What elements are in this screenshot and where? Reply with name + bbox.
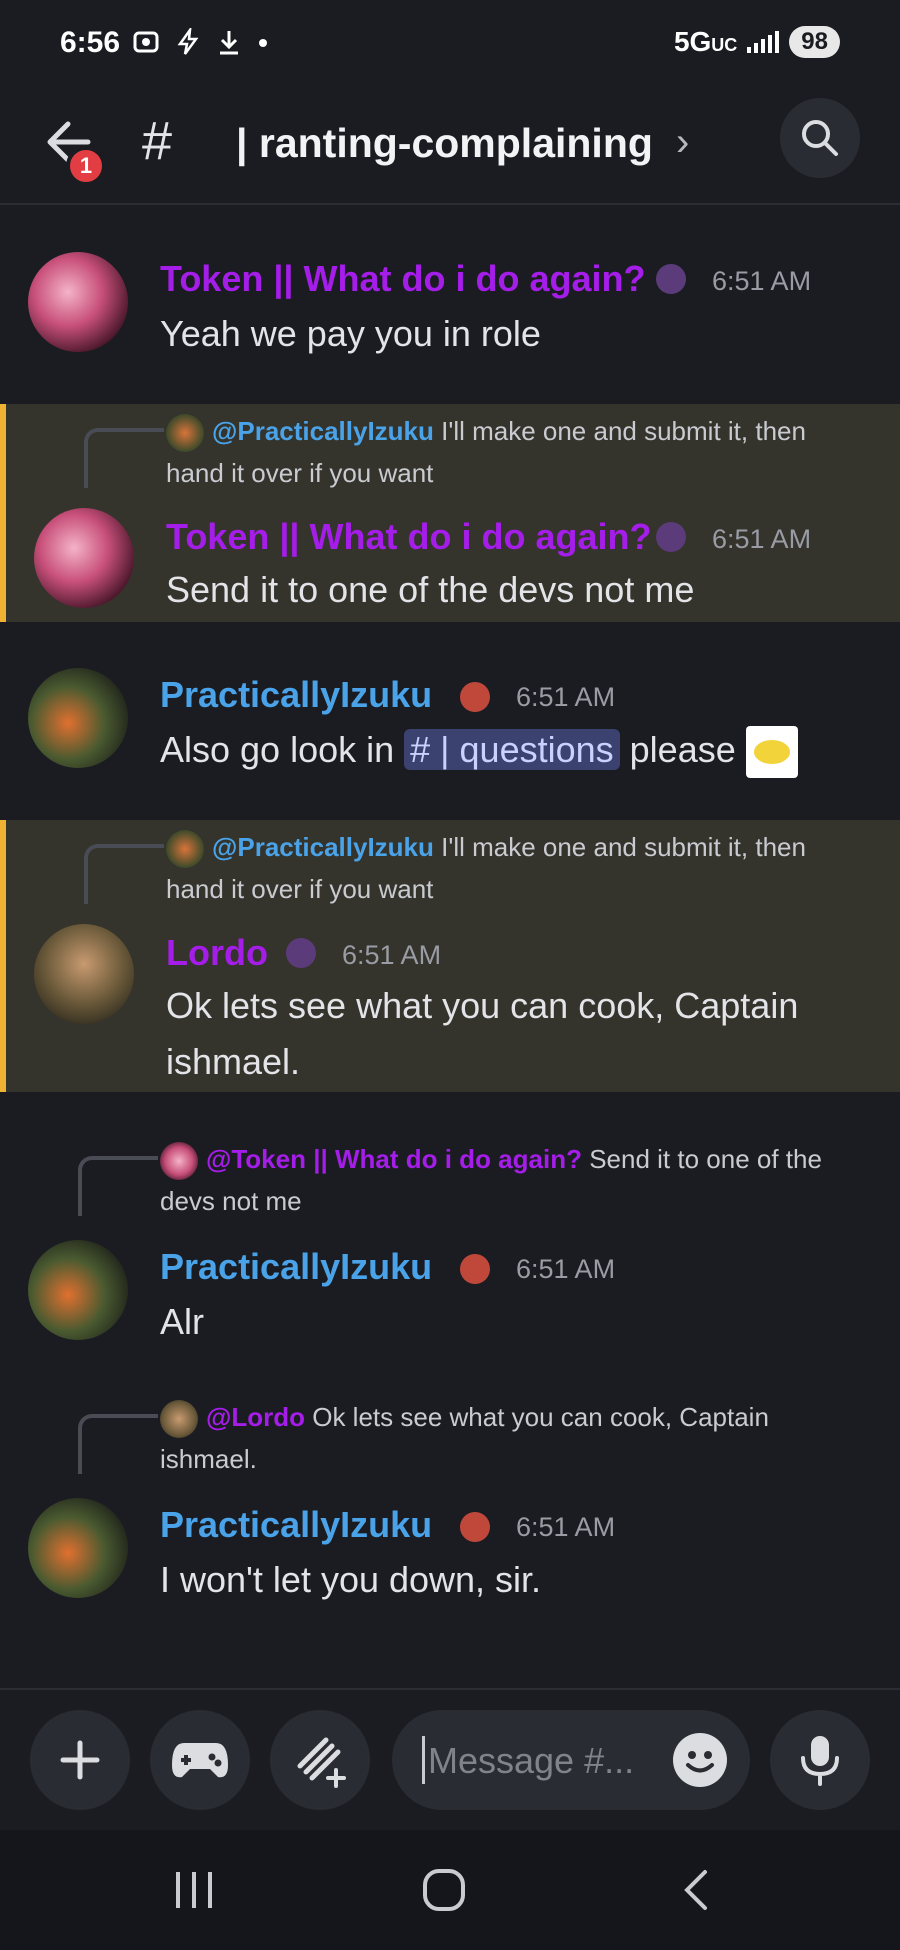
reply-author: @Token || What do i do again?	[206, 1144, 582, 1174]
recent-apps-button[interactable]	[154, 1860, 234, 1920]
apps-sparkle-icon	[297, 1737, 346, 1788]
message-timestamp: 6:51 AM	[516, 1254, 616, 1284]
battery-badge: 98	[789, 26, 840, 58]
message-timestamp: 6:51 AM	[516, 1512, 616, 1542]
message-mention-highlight[interactable]: @PracticallyIzuku I'll make one and subm…	[0, 404, 900, 622]
bolt-icon	[177, 28, 199, 55]
message[interactable]: PracticallyIzuku 6:51 AM Also go look in…	[0, 660, 900, 810]
reply-author: @PracticallyIzuku	[212, 416, 434, 446]
emoji-icon	[673, 1733, 727, 1787]
message[interactable]: Token || What do i do again? 6:51 AM Yea…	[0, 240, 900, 390]
reply-connector	[78, 1156, 158, 1216]
system-nav-bar	[0, 1830, 900, 1950]
status-icons	[132, 28, 270, 56]
avatar[interactable]	[28, 1240, 128, 1340]
status-bar: 6:56 5GUC 98	[0, 0, 900, 90]
message-author[interactable]: PracticallyIzuku	[160, 1504, 432, 1546]
voice-message-button[interactable]	[770, 1710, 870, 1810]
text-caret	[422, 1736, 425, 1784]
reply-preview[interactable]: @Lordo Ok lets see what you can cook, Ca…	[160, 1396, 860, 1480]
message-text: Also go look in # | questions please	[160, 722, 880, 779]
message-input[interactable]: Message #...	[392, 1710, 750, 1810]
role-icon	[460, 682, 490, 712]
message-author[interactable]: Token || What do i do again?	[166, 516, 651, 558]
home-icon	[423, 1869, 465, 1911]
download-icon	[220, 31, 238, 55]
status-time: 6:56	[60, 26, 121, 59]
message[interactable]: @Lordo Ok lets see what you can cook, Ca…	[0, 1384, 900, 1614]
channel-mention[interactable]: # | questions	[404, 729, 620, 770]
chevron-right-icon[interactable]: ›	[676, 120, 689, 165]
reply-avatar	[166, 830, 204, 869]
custom-emoji-icon	[745, 726, 798, 779]
reply-preview[interactable]: @Token || What do i do again? Send it to…	[160, 1138, 860, 1222]
message-text: Yeah we pay you in role	[160, 313, 541, 354]
message-author[interactable]: PracticallyIzuku	[160, 1246, 432, 1288]
role-icon	[460, 1254, 490, 1284]
message[interactable]: @Token || What do i do again? Send it to…	[0, 1126, 900, 1356]
reply-connector	[78, 1414, 158, 1474]
avatar[interactable]	[34, 508, 134, 608]
message-timestamp: 6:51 AM	[516, 682, 616, 712]
screenshot-icon	[133, 31, 159, 53]
message-author[interactable]: PracticallyIzuku	[160, 674, 432, 716]
message-placeholder: Message #...	[428, 1740, 635, 1781]
reply-preview[interactable]: @PracticallyIzuku I'll make one and subm…	[166, 826, 866, 910]
message-mention-highlight[interactable]: @PracticallyIzuku I'll make one and subm…	[0, 820, 900, 1092]
microphone-icon	[801, 1736, 839, 1786]
message-text: Send it to one of the devs not me	[166, 569, 695, 610]
message-timestamp: 6:51 AM	[342, 940, 442, 970]
message-author[interactable]: Token || What do i do again?	[160, 258, 645, 300]
avatar[interactable]	[34, 924, 134, 1024]
message-timestamp: 6:51 AM	[712, 266, 812, 296]
emoji-button[interactable]	[672, 1732, 728, 1788]
notification-badge: 1	[66, 146, 106, 186]
apps-button[interactable]	[270, 1710, 370, 1810]
reply-avatar	[166, 414, 204, 453]
role-icon	[286, 938, 316, 968]
avatar[interactable]	[28, 1498, 128, 1598]
message-composer: Message #...	[0, 1688, 900, 1828]
reply-author: @PracticallyIzuku	[212, 832, 434, 862]
reply-preview[interactable]: @PracticallyIzuku I'll make one and subm…	[166, 410, 866, 494]
reply-author: @Lordo	[206, 1402, 305, 1432]
role-icon	[656, 264, 686, 294]
message-text: Ok lets see what you can cook, Captain i…	[166, 985, 799, 1082]
avatar[interactable]	[28, 668, 128, 768]
home-button[interactable]	[404, 1860, 484, 1920]
reply-connector	[84, 428, 164, 488]
network-type: 5GUC	[673, 26, 738, 57]
message-text: I won't let you down, sir.	[160, 1559, 542, 1600]
channel-title[interactable]: | ranting-complaining	[236, 120, 653, 167]
add-attachment-button[interactable]	[30, 1710, 130, 1810]
activities-button[interactable]	[150, 1710, 250, 1810]
recent-apps-icon	[176, 1872, 212, 1908]
back-nav-button[interactable]	[656, 1860, 736, 1920]
reply-avatar	[160, 1142, 198, 1181]
role-icon	[656, 522, 686, 552]
message-author[interactable]: Lordo	[166, 932, 268, 974]
search-button[interactable]	[780, 98, 860, 178]
dot-icon	[259, 39, 267, 47]
message-text: Alr	[160, 1301, 204, 1342]
search-icon	[802, 120, 838, 156]
back-chevron-icon	[684, 1870, 707, 1910]
message-timestamp: 6:51 AM	[712, 524, 812, 554]
channel-header: 1 # | ranting-complaining ›	[0, 90, 900, 205]
reply-avatar	[160, 1400, 198, 1439]
channel-hash-icon: #	[142, 111, 173, 171]
signal-icon	[747, 31, 780, 53]
avatar[interactable]	[28, 252, 128, 352]
reply-connector	[84, 844, 164, 904]
gamepad-icon	[172, 1743, 228, 1778]
plus-icon	[60, 1740, 100, 1780]
role-icon	[460, 1512, 490, 1542]
